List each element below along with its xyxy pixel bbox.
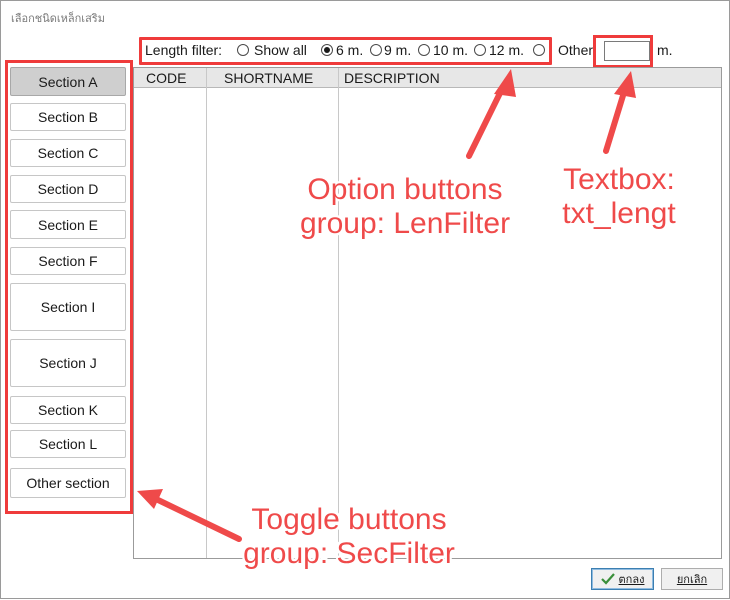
arrow-to-option-group — [466, 69, 516, 159]
ok-button-label: ตกลง — [618, 574, 645, 586]
arrow-to-textbox — [603, 71, 636, 154]
annotation-option-buttons: Option buttons group: LenFilter — [289, 173, 521, 241]
dialog-window: เลือกชนิดเหล็กเสริม Length filter: Show … — [0, 0, 730, 599]
annotation-textbox-line1: Textbox: — [563, 163, 675, 196]
annotation-toggle-buttons: Toggle buttons group: SecFilter — [231, 503, 467, 571]
arrow-to-toggle-group — [137, 489, 242, 542]
annotation-toggle-buttons-line1: Toggle buttons — [251, 503, 447, 536]
cancel-button-label: ยกเลิก — [676, 574, 708, 586]
ok-button[interactable]: ตกลง — [591, 568, 654, 590]
annotation-textbox-line2: txt_lengt — [562, 197, 676, 230]
checkmark-icon — [600, 573, 615, 585]
annotation-option-buttons-line1: Option buttons — [307, 173, 503, 206]
annotation-textbox: Textbox: txt_lengt — [555, 163, 683, 231]
cancel-button[interactable]: ยกเลิก — [661, 568, 723, 590]
annotation-option-buttons-line2: group: LenFilter — [299, 207, 511, 240]
annotation-toggle-buttons-line2: group: SecFilter — [243, 537, 455, 570]
